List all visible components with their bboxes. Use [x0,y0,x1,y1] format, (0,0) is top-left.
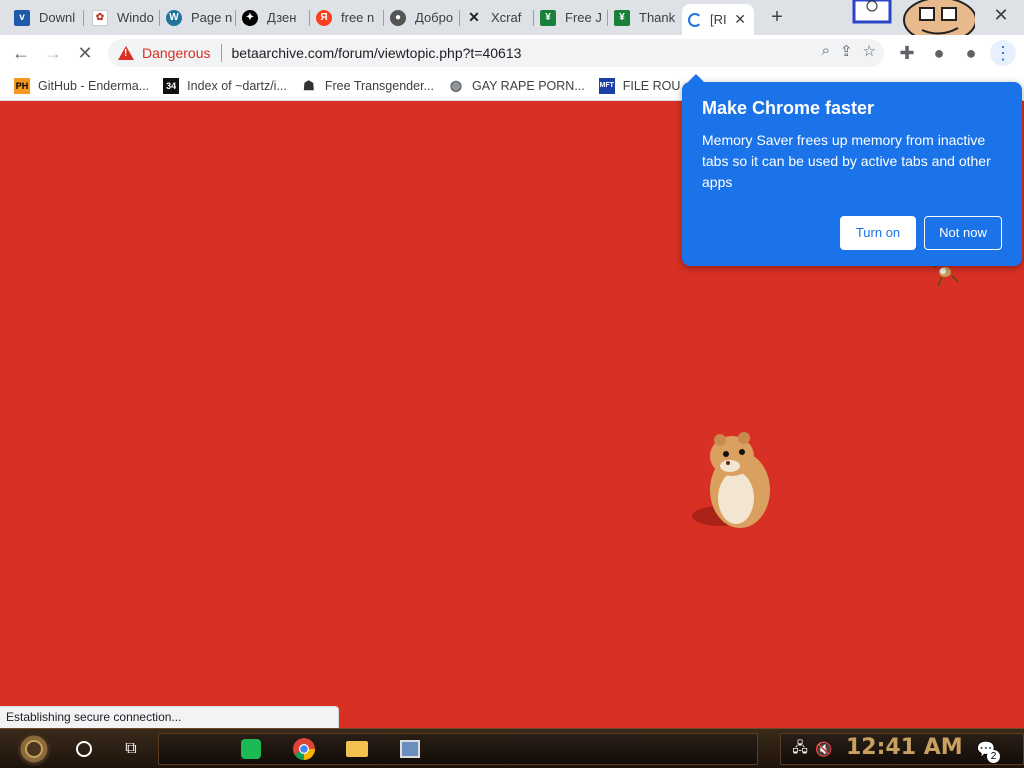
omnibox-actions: ⌕ ⇪ ☆ [822,42,876,60]
pornhub-icon: PH [14,77,30,94]
volume-button[interactable]: 🔇 [810,735,838,763]
mask-icon: ☗ [303,77,315,93]
extensions-icon[interactable]: ✚ [894,40,920,66]
sheet-icon: ¥ [614,9,630,26]
tab-4[interactable]: ✦ Дзен [236,4,310,31]
yandex-icon: Я [316,9,332,26]
tab-label: Windo [117,10,154,25]
taskbar-app-control[interactable] [396,735,424,763]
search-button[interactable] [70,735,98,763]
loading-spinner [688,12,702,27]
wordpress-icon: W [166,9,182,26]
tab-label: Xcraf [491,10,522,25]
cortana-icon [76,741,92,757]
browser-window: v Downl ✿ Windo W Page n ✦ Дзен Я free n… [0,0,1024,768]
windows-icon: ✿ [92,9,108,26]
bookmark-label: GitHub - Enderma... [38,78,150,93]
sheet-icon: ¥ [540,9,556,26]
spotify-icon [241,739,261,759]
globe-icon: ◍ [449,77,463,93]
bookmark-label: GAY RAPE PORN... [471,78,585,93]
tab-5[interactable]: Я free n [310,4,384,31]
stop-button[interactable]: ✕ [72,40,98,66]
tab-strip: v Downl ✿ Windo W Page n ✦ Дзен Я free n… [0,0,1024,35]
taskbar-app-chrome[interactable] [290,735,318,763]
new-tab-button[interactable]: + [766,6,788,28]
chrome-icon [293,738,315,760]
memory-saver-popup: Make Chrome faster Memory Saver frees up… [682,74,1022,266]
tab-8[interactable]: ¥ Free J [534,4,608,31]
back-button[interactable]: ← [8,40,34,66]
task-view-button[interactable]: ⧉ [117,735,145,763]
tab-1[interactable]: v Downl [8,4,84,31]
tab-6[interactable]: ● Добро [384,4,460,31]
omnibox-separator [220,44,222,62]
bookmark-item[interactable]: 34 Index of ~dartz/i... [163,77,287,94]
turn-on-button[interactable]: Turn on [840,216,916,250]
xcraft-icon: ✕ [468,9,480,25]
tab-2[interactable]: ✿ Windo [86,4,160,31]
security-label[interactable]: Dangerous [142,45,211,61]
folder-icon [346,741,368,757]
bookmark-label: Index of ~dartz/i... [187,78,287,93]
status-bubble: Establishing secure connection... [0,706,339,728]
tab-label: Free J [565,10,602,25]
start-button[interactable] [14,731,54,767]
tab-7[interactable]: ✕ Xcraf [460,4,534,31]
popup-title: Make Chrome faster [702,98,875,118]
tab-label: [RI [710,12,727,27]
taskbar-app-explorer[interactable] [343,735,371,763]
dzen-icon: ✦ [242,9,258,26]
bookmark-item[interactable]: ◍ GAY RAPE PORN... [448,77,585,94]
tab-label: Downl [39,10,76,25]
forward-button[interactable]: → [40,40,66,66]
network-icon: 🖧 [792,739,808,755]
tab-label: free n [341,10,375,25]
bookmark-label: Free Transgender... [324,78,434,93]
vimm-icon: v [14,9,30,26]
address-bar[interactable]: Dangerous betaarchive.com/forum/viewtopi… [108,39,884,67]
bookmark-label: FILE ROU [622,78,681,93]
control-panel-icon [400,740,420,758]
tab-label: Дзен [267,10,297,25]
url-text[interactable]: betaarchive.com/forum/viewtopic.php?t=40… [232,45,522,61]
notification-count: 2 [987,750,1000,763]
toolbar: ← → ✕ Dangerous betaarchive.com/forum/vi… [0,35,1024,71]
not-now-button[interactable]: Not now [924,216,1002,250]
trollface-icon [852,0,975,35]
task-view-icon: ⧉ [125,740,137,757]
close-tab-icon[interactable]: ✕ [734,11,746,28]
popup-body: Memory Saver frees up memory from inacti… [702,132,991,190]
taskbar: ⧉ 🖧 🔇 12:41 AM 💬 2 [0,728,1024,768]
window-close-button[interactable]: ✕ [990,4,1012,26]
tab-separator [83,10,84,26]
account-icon[interactable]: ● [958,40,984,66]
profile-icon[interactable]: ● [926,40,952,66]
bookmark-item[interactable]: PH GitHub - Enderma... [14,77,150,94]
menu-icon[interactable]: ⋮ [990,40,1016,66]
index-icon: 34 [163,77,180,94]
warning-icon [118,46,134,60]
mft-icon: MFT [598,77,615,94]
search-icon[interactable]: ⌕ [822,42,830,60]
tab-label: Page n [191,10,233,25]
tab-active[interactable]: [RI ✕ [682,4,754,35]
tab-9[interactable]: ¥ Thank [608,4,682,31]
volume-muted-icon: 🔇 [815,740,833,757]
hamster-image [692,432,770,528]
tab-3[interactable]: W Page n [160,4,236,31]
taskbar-app-spotify[interactable] [237,735,265,763]
bookmark-item[interactable]: MFT FILE ROU [598,77,681,94]
tab-label: Thank [639,10,676,25]
tab-label: Добро [415,10,454,25]
action-center-button[interactable]: 💬 2 [972,735,1000,763]
bookmark-star-icon[interactable]: ☆ [863,42,876,60]
share-icon[interactable]: ⇪ [840,42,853,60]
clock[interactable]: 12:41 AM [846,735,963,760]
start-gear-icon [17,732,51,766]
site-icon: ● [390,9,406,26]
bookmark-item[interactable]: ☗ Free Transgender... [301,78,434,94]
